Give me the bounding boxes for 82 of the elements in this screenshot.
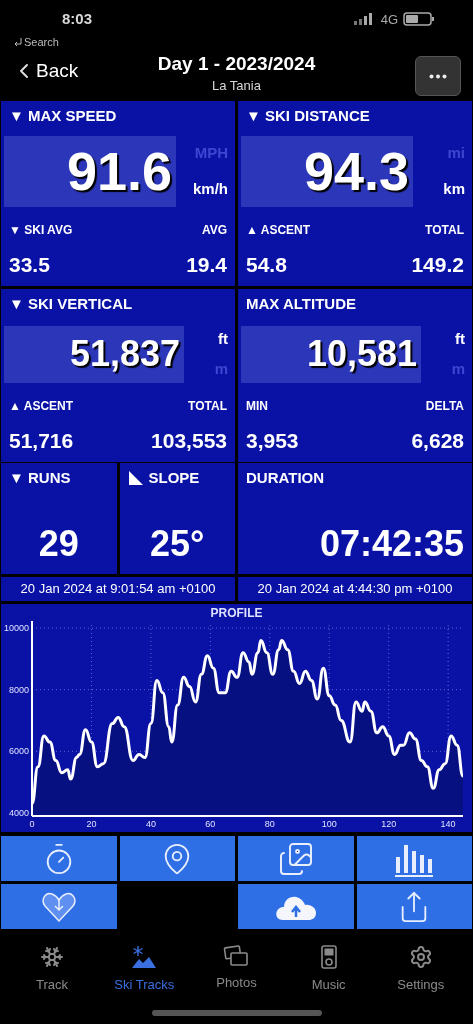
slope-icon <box>127 470 144 487</box>
back-button[interactable]: Back <box>12 57 79 86</box>
action-button[interactable] <box>238 836 354 881</box>
stat-value: 54.8 <box>246 251 287 278</box>
unit-option[interactable]: ft <box>218 327 228 350</box>
stat-tile[interactable]: SLOPE 25° <box>119 463 235 574</box>
chart-title: PROFILE <box>210 606 263 620</box>
value-panel: 94.3 <box>241 135 413 207</box>
tile-title: ▼ SKI VERTICAL <box>8 294 134 314</box>
tile-title: ▼ MAX SPEED <box>8 106 118 126</box>
unit-option[interactable]: ft <box>455 327 465 350</box>
more-icon <box>429 73 447 79</box>
status-time: 8:03 <box>62 9 93 29</box>
tab-bar-item[interactable]: Settings <box>376 939 465 995</box>
stat-value: 3,953 <box>246 427 299 454</box>
tab-bar-item[interactable]: Ski Tracks <box>100 939 189 995</box>
stat-label: MIN <box>246 397 268 415</box>
network-label: 4G <box>380 10 398 29</box>
tab-bar-item[interactable]: Track <box>8 939 97 995</box>
x-tick-label: 80 <box>264 819 275 829</box>
action-button[interactable] <box>356 884 472 929</box>
tab-bar-item[interactable]: Music <box>284 939 373 995</box>
stat-value: 51,716 <box>9 427 74 454</box>
stat-label: ▲ ASCENT <box>246 221 311 239</box>
stat-value: 103,553 <box>151 427 227 454</box>
mountain-snowflake-icon <box>131 945 158 969</box>
timestamp: 20 Jan 2024 at 4:44:30 pm +0100 <box>238 577 472 601</box>
x-tick-label: 0 <box>29 819 35 829</box>
heart-download-icon <box>41 890 76 923</box>
value-panel: 10,581 <box>241 325 421 383</box>
music-player-icon <box>320 945 337 969</box>
battery-icon <box>403 12 435 27</box>
action-button[interactable] <box>1 884 117 929</box>
stat-label: ▲ ASCENT <box>9 397 74 415</box>
stat-label: ▼ SKI AVG <box>9 221 73 239</box>
tile-title: ▼ RUNS <box>9 468 71 488</box>
x-tick-label: 140 <box>440 819 456 829</box>
back-to-app-link[interactable]: Search <box>24 33 59 50</box>
more-button[interactable] <box>415 56 461 96</box>
y-tick-label: 8000 <box>8 684 29 695</box>
y-tick-label: 4000 <box>8 807 29 818</box>
tile-value: 07:42:35 <box>319 526 464 562</box>
timestamp: 20 Jan 2024 at 9:01:54 am +0100 <box>1 577 235 601</box>
photos-icon <box>277 840 314 877</box>
unit-option[interactable]: km/h <box>193 178 228 201</box>
tile-value: 25° <box>150 526 205 562</box>
stat-value: 33.5 <box>9 251 50 278</box>
stat-label: TOTAL <box>425 221 464 239</box>
screen-subtitle: La Tania <box>212 77 261 96</box>
action-button[interactable] <box>1 836 117 881</box>
snowflake-icon <box>40 945 65 969</box>
stat-value: 149.2 <box>411 251 464 278</box>
stat-tile[interactable]: ▼ RUNS 29 <box>1 463 117 574</box>
y-tick-label: 10000 <box>3 623 29 634</box>
tile-value: 29 <box>38 526 79 562</box>
action-button[interactable] <box>119 836 235 881</box>
settings-icon <box>408 945 433 969</box>
stat-label: TOTAL <box>188 397 227 415</box>
screen-title: Day 1 - 2023/2024 <box>157 52 316 77</box>
unit-option[interactable]: km <box>443 178 465 201</box>
tile-title: DURATION <box>246 468 325 488</box>
x-tick-label: 120 <box>381 819 397 829</box>
x-tick-label: 100 <box>321 819 337 829</box>
value-panel: 91.6 <box>4 135 176 207</box>
tile-title: SLOPE <box>148 468 200 488</box>
stat-tile[interactable]: DURATION 07:42:35 <box>238 463 472 574</box>
stat-label: AVG <box>201 221 227 239</box>
x-tick-label: 20 <box>86 819 97 829</box>
action-button[interactable] <box>238 884 354 929</box>
value-panel: 51,837 <box>4 325 184 383</box>
stat-value: 6,628 <box>411 427 464 454</box>
action-button[interactable] <box>356 836 472 881</box>
tile-title: ▼ SKI DISTANCE <box>245 106 371 126</box>
stat-label: DELTA <box>425 397 464 415</box>
return-arrow-icon <box>14 37 22 46</box>
tab-bar-item[interactable]: Photos <box>192 939 281 995</box>
x-tick-label: 40 <box>145 819 156 829</box>
tile-title: MAX ALTITUDE <box>245 294 357 314</box>
stat-value: 19.4 <box>186 251 227 278</box>
y-tick-label: 6000 <box>8 746 29 757</box>
photos-icon <box>223 945 250 967</box>
x-tick-label: 60 <box>205 819 216 829</box>
